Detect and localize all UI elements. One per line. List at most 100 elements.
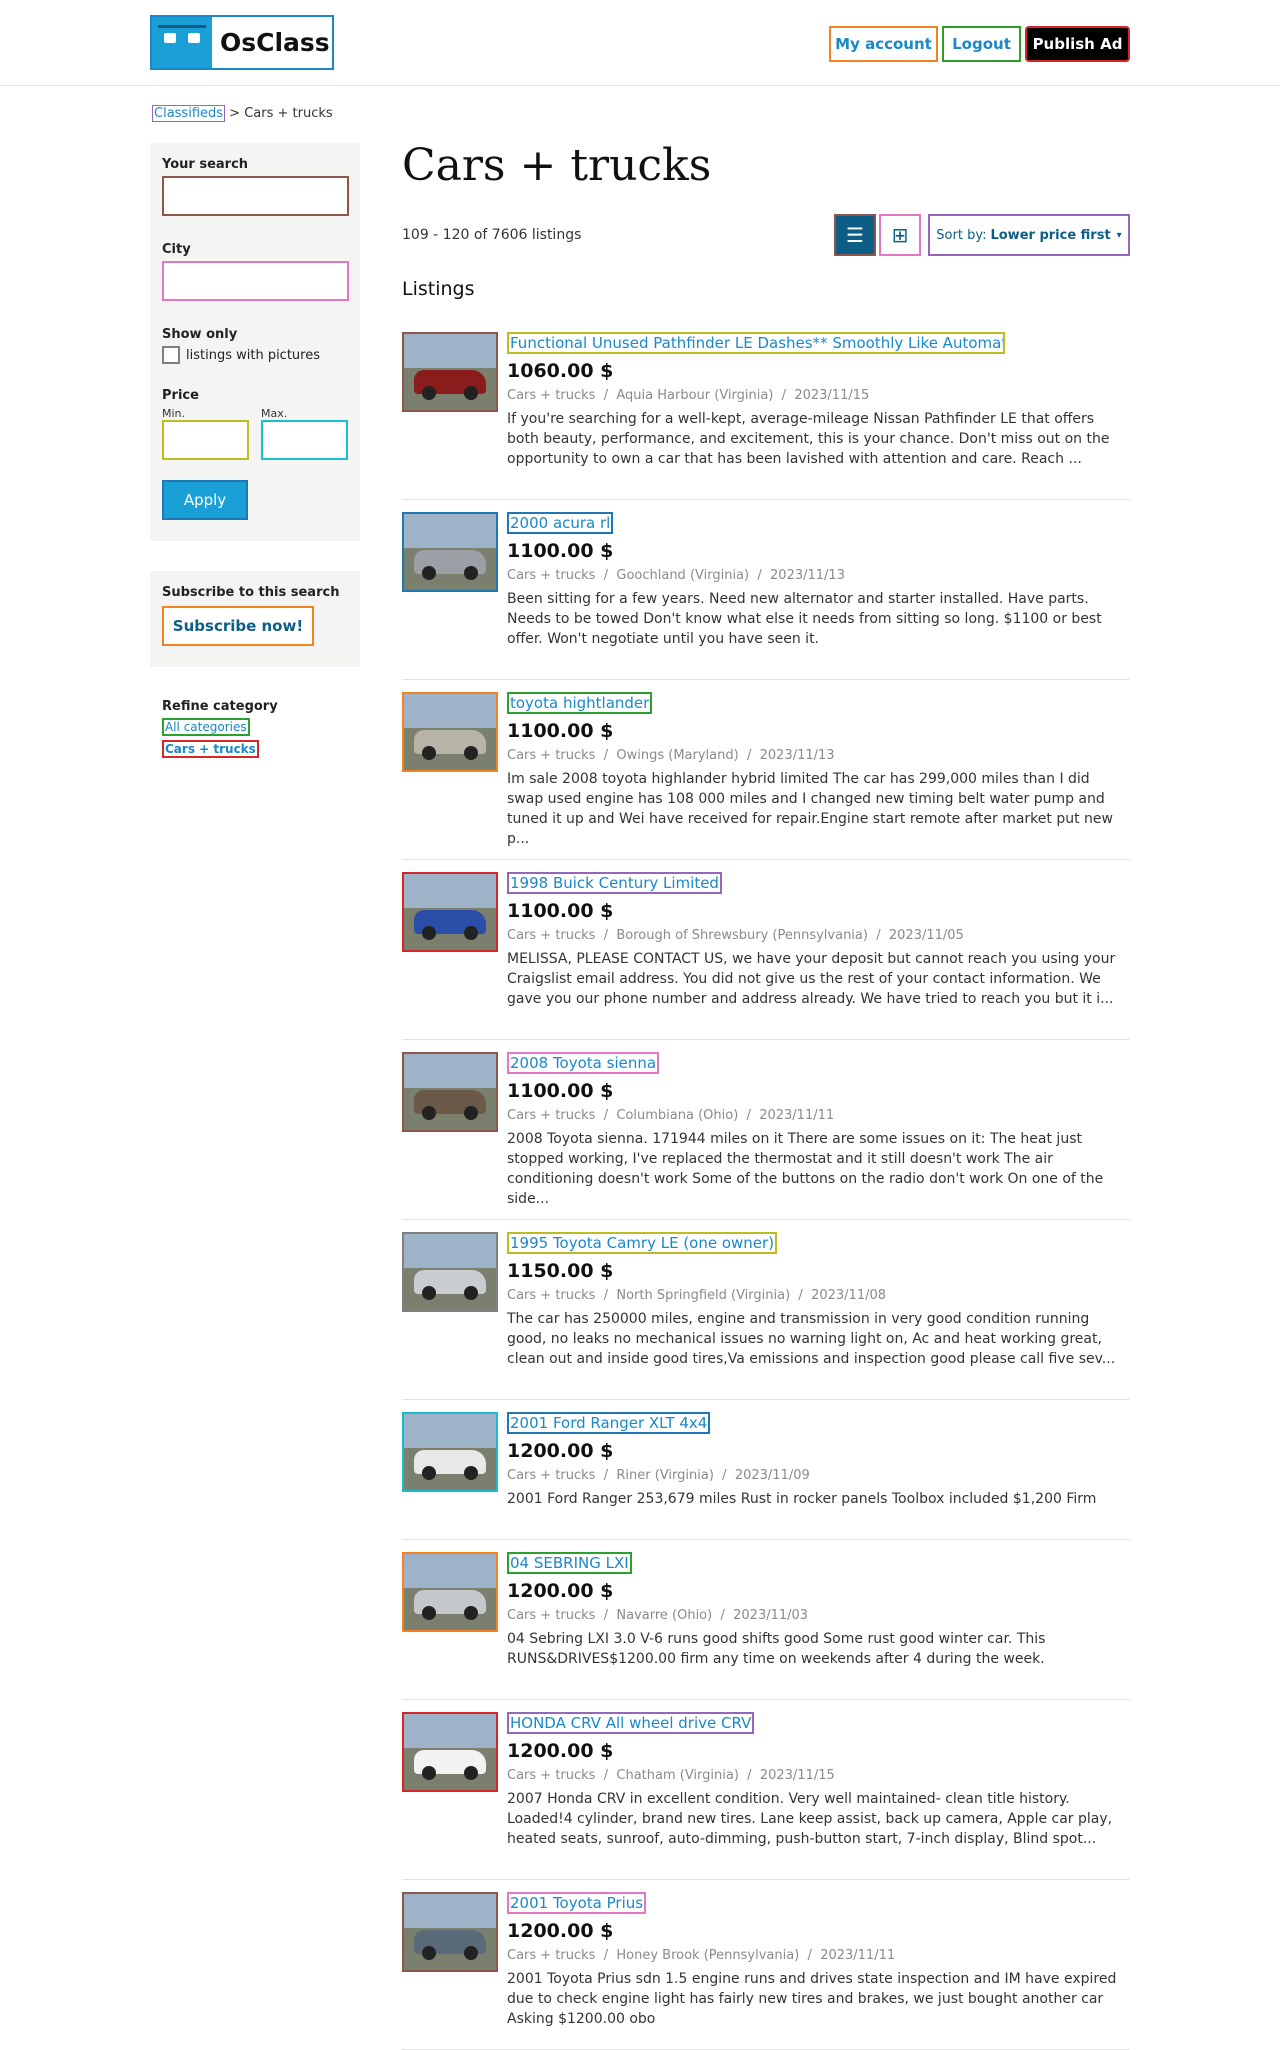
listing-category: Cars + trucks — [507, 388, 596, 403]
listing-title-link[interactable]: HONDA CRV All wheel drive CRV — [507, 1712, 755, 1734]
show-only-label: Show only — [162, 327, 238, 342]
listing-location: Borough of Shrewsbury (Pennsylvania) — [616, 928, 868, 943]
wheel-shape — [422, 1606, 436, 1620]
list-view-icon: ☰ — [846, 223, 864, 247]
listing-category: Cars + trucks — [507, 928, 596, 943]
grid-view-button[interactable]: ⊞ — [879, 214, 921, 256]
listing-price: 1100.00 $ — [507, 1080, 614, 1102]
chevron-down-icon: ▾ — [1116, 229, 1122, 241]
listing-thumbnail[interactable] — [402, 1552, 498, 1632]
listing-date: 2023/11/11 — [759, 1108, 835, 1123]
listing-location: Goochland (Virginia) — [616, 568, 750, 583]
listing-title-link[interactable]: 04 SEBRING LXI — [507, 1552, 632, 1574]
wheel-shape — [464, 1466, 478, 1480]
price-max-input[interactable] — [261, 420, 348, 460]
listing-thumbnail[interactable] — [402, 872, 498, 952]
price-inputs — [162, 420, 348, 460]
listing-category: Cars + trucks — [507, 1468, 596, 1483]
sort-dropdown[interactable]: Sort by: Lower price first ▾ — [928, 214, 1130, 256]
listing-description: If you're searching for a well-kept, ave… — [507, 411, 1110, 467]
listing-date: 2023/11/05 — [888, 928, 964, 943]
with-pictures-row: listings with pictures — [162, 346, 348, 364]
logout-button[interactable]: Logout — [942, 26, 1021, 62]
listing-thumbnail[interactable] — [402, 692, 498, 772]
listing-meta: Cars + trucks / Honey Brook (Pennsylvani… — [507, 1948, 896, 1963]
listing-thumbnail[interactable] — [402, 1232, 498, 1312]
listing-category: Cars + trucks — [507, 1608, 596, 1623]
listing-thumbnail[interactable] — [402, 1052, 498, 1132]
my-account-button[interactable]: My account — [829, 26, 938, 62]
listing-title-link[interactable]: 2000 acura rl — [507, 512, 614, 534]
wheel-shape — [464, 566, 478, 580]
listing-location: Riner (Virginia) — [616, 1468, 714, 1483]
search-input[interactable] — [162, 176, 349, 216]
sort-prefix: Sort by: — [936, 227, 987, 243]
listing-item: 1998 Buick Century Limited 1100.00 $ Cars … — [402, 860, 1130, 1040]
listing-thumbnail[interactable] — [402, 1892, 498, 1972]
listing-item: 2008 Toyota sienna 1100.00 $ Cars + trucks… — [402, 1040, 1130, 1220]
listing-title-link[interactable]: 1998 Buick Century Limited — [507, 872, 722, 894]
city-input[interactable] — [162, 261, 349, 301]
apply-button[interactable]: Apply — [162, 480, 248, 520]
listing-category: Cars + trucks — [507, 1768, 596, 1783]
listing-info: 2000 acura rl 1100.00 $ Cars + trucks / Go… — [507, 512, 1130, 649]
listings-heading: Listings — [402, 278, 475, 300]
listing-location: Owings (Maryland) — [616, 748, 739, 763]
listing-item: HONDA CRV All wheel drive CRV 1200.00 $ Ca… — [402, 1700, 1130, 1880]
listing-info: 04 SEBRING LXI 1200.00 $ Cars + trucks / N… — [507, 1552, 1130, 1669]
listing-info: 2001 Ford Ranger XLT 4x4 1200.00 $ Cars + … — [507, 1412, 1130, 1509]
listing-item: toyota hightlander 1100.00 $ Cars + trucks… — [402, 680, 1130, 860]
wheel-shape — [422, 566, 436, 580]
current-category-link[interactable]: Cars + trucks — [162, 740, 259, 758]
listing-date: 2023/11/15 — [759, 1768, 835, 1783]
listing-thumbnail[interactable] — [402, 1712, 498, 1792]
city-label: City — [162, 242, 191, 257]
site-logo[interactable]: OsClass — [150, 15, 334, 70]
listing-meta: Cars + trucks / Chatham (Virginia) / 202… — [507, 1768, 835, 1783]
list-view-button[interactable]: ☰ — [834, 214, 876, 256]
listing-title-link[interactable]: toyota hightlander — [507, 692, 653, 714]
with-pictures-checkbox[interactable] — [162, 346, 180, 364]
listing-date: 2023/11/13 — [759, 748, 835, 763]
listing-title-link[interactable]: 2001 Toyota Prius — [507, 1892, 647, 1914]
listing-meta: Cars + trucks / Riner (Virginia) / 2023/… — [507, 1468, 810, 1483]
wheel-shape — [464, 1106, 478, 1120]
wheel-shape — [422, 1106, 436, 1120]
listing-info: 2008 Toyota sienna 1100.00 $ Cars + trucks… — [507, 1052, 1130, 1209]
listing-price: 1200.00 $ — [507, 1740, 614, 1762]
listing-thumbnail[interactable] — [402, 1412, 498, 1492]
breadcrumb-classifieds-link[interactable]: Classifieds — [152, 105, 226, 122]
search-sidebar: Your search City Show only listings with… — [150, 143, 360, 762]
with-pictures-label: listings with pictures — [186, 347, 320, 363]
subscribe-button[interactable]: Subscribe now! — [162, 606, 314, 646]
listing-thumbnail[interactable] — [402, 332, 498, 412]
listing-item: 04 SEBRING LXI 1200.00 $ Cars + trucks / N… — [402, 1540, 1130, 1700]
listing-title-link[interactable]: 2008 Toyota sienna — [507, 1052, 660, 1074]
listing-info: toyota hightlander 1100.00 $ Cars + trucks… — [507, 692, 1130, 849]
listing-item: 2001 Ford Ranger XLT 4x4 1200.00 $ Cars + … — [402, 1400, 1130, 1540]
listing-date: 2023/11/11 — [820, 1948, 896, 1963]
listing-thumbnail[interactable] — [402, 512, 498, 592]
wheel-shape — [464, 1946, 478, 1960]
subscribe-panel: Subscribe to this search Subscribe now! — [150, 571, 360, 667]
listing-price: 1060.00 $ — [507, 360, 614, 382]
listing-item: 2001 Toyota Prius 1200.00 $ Cars + trucks … — [402, 1880, 1130, 2050]
wheel-shape — [422, 1766, 436, 1780]
listing-meta: Cars + trucks / Owings (Maryland) / 2023… — [507, 748, 835, 763]
listing-meta: Cars + trucks / Aquia Harbour (Virginia)… — [507, 388, 870, 403]
listing-date: 2023/11/13 — [770, 568, 845, 583]
listing-price: 1200.00 $ — [507, 1920, 614, 1942]
publish-ad-button[interactable]: Publish Ad — [1025, 26, 1130, 62]
listing-meta: Cars + trucks / North Springfield (Virgi… — [507, 1288, 887, 1303]
wheel-shape — [464, 746, 478, 760]
all-categories-link[interactable]: All categories — [162, 718, 250, 736]
price-min-input[interactable] — [162, 420, 249, 460]
listing-title-link[interactable]: 1995 Toyota Camry LE (one owner) — [507, 1232, 778, 1254]
wheel-shape — [422, 1286, 436, 1300]
listing-meta: Cars + trucks / Navarre (Ohio) / 2023/11… — [507, 1608, 809, 1623]
listing-title-link[interactable]: Functional Unused Pathfinder LE Dashes**… — [507, 332, 1005, 354]
listing-description: 2008 Toyota sienna. 171944 miles on it T… — [507, 1131, 1104, 1207]
wheel-shape — [464, 1286, 478, 1300]
refine-category-title: Refine category — [162, 699, 278, 714]
listing-title-link[interactable]: 2001 Ford Ranger XLT 4x4 — [507, 1412, 711, 1434]
